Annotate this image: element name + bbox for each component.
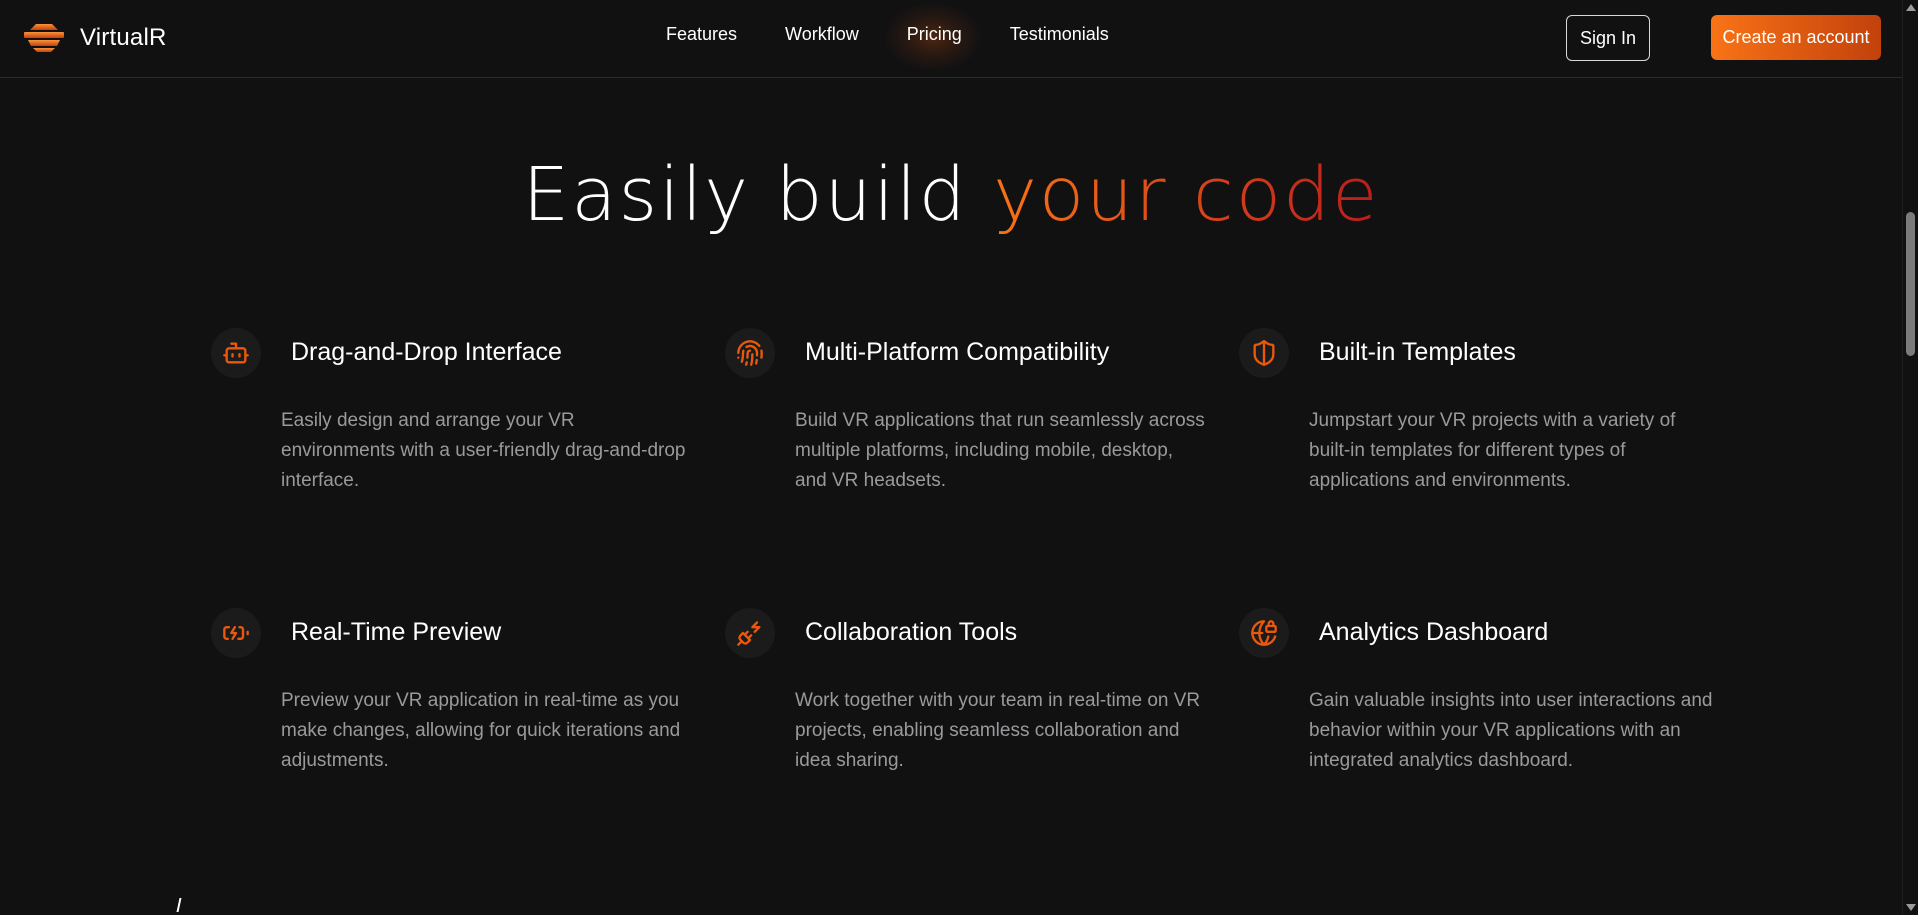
nav-link-workflow[interactable]: Workflow [785,24,859,45]
brand-logo[interactable]: VirtualR [22,22,167,54]
nav-link-pricing[interactable]: Pricing [882,2,983,72]
bot-icon [211,328,261,378]
shield-half-icon [1239,328,1289,378]
scrollbar[interactable] [1902,0,1918,915]
feature-title: Drag-and-Drop Interface [291,338,562,366]
feature-title: Built-in Templates [1319,338,1516,366]
sign-in-button[interactable]: Sign In [1566,15,1650,61]
brand-name: VirtualR [80,24,167,51]
headline-accent: your code [993,152,1380,238]
scroll-up-arrow-icon[interactable] [1906,4,1916,11]
logo-icon [24,24,64,52]
feature-title: Multi-Platform Compatibility [805,338,1110,366]
headline-plain: Easily build [522,152,968,238]
feature-description: Gain valuable insights into user interac… [1309,690,1713,771]
feature-description: Preview your VR application in real-time… [281,690,681,771]
plug-zap-icon [725,608,775,658]
battery-charging-icon [211,608,261,658]
nav-link-features[interactable]: Features [666,24,737,45]
globe-lock-icon [1239,608,1289,658]
feature-title: Analytics Dashboard [1319,618,1549,646]
nav-links: Features Workflow Pricing Testimonials [666,2,1157,72]
feature-description: Easily design and arrange your VR enviro… [281,410,686,491]
hero-headline: Easily build your code [0,150,1902,240]
feature-title: Real-Time Preview [291,618,502,646]
fingerprint-icon [725,328,775,378]
create-account-button[interactable]: Create an account [1711,15,1881,60]
scroll-thumb[interactable] [1906,212,1915,356]
navbar: VirtualR Features Workflow Pricing Testi… [0,0,1902,78]
scroll-down-arrow-icon[interactable] [1906,904,1916,911]
text-cursor [176,898,182,912]
feature-title: Collaboration Tools [805,618,1018,646]
feature-description: Build VR applications that run seamlessl… [795,410,1205,491]
feature-description: Work together with your team in real-tim… [795,690,1201,771]
nav-link-testimonials[interactable]: Testimonials [1010,24,1109,45]
feature-description: Jumpstart your VR projects with a variet… [1309,410,1676,491]
